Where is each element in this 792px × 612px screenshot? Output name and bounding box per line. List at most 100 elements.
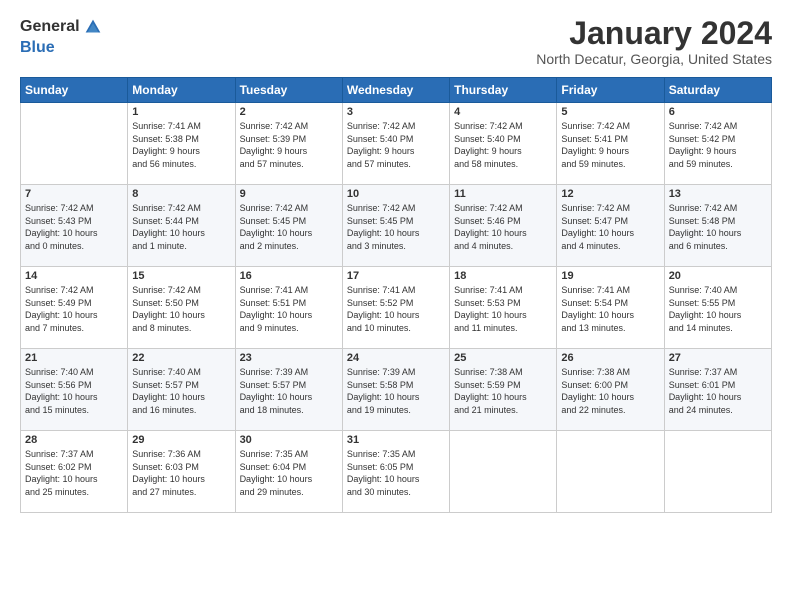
weekday-header-saturday: Saturday <box>664 78 771 103</box>
day-info: Sunrise: 7:41 AM Sunset: 5:38 PM Dayligh… <box>132 120 230 170</box>
calendar-cell: 14 Sunrise: 7:42 AM Sunset: 5:49 PM Dayli… <box>21 267 128 349</box>
weekday-header-wednesday: Wednesday <box>342 78 449 103</box>
calendar-cell: 11 Sunrise: 7:42 AM Sunset: 5:46 PM Dayli… <box>450 185 557 267</box>
weekday-header-monday: Monday <box>128 78 235 103</box>
calendar-cell: 4 Sunrise: 7:42 AM Sunset: 5:40 PM Daylig… <box>450 103 557 185</box>
location: North Decatur, Georgia, United States <box>536 51 772 67</box>
calendar-cell <box>450 431 557 513</box>
calendar-cell: 31 Sunrise: 7:35 AM Sunset: 6:05 PM Dayli… <box>342 431 449 513</box>
day-info: Sunrise: 7:42 AM Sunset: 5:46 PM Dayligh… <box>454 202 552 252</box>
day-number: 10 <box>347 188 445 200</box>
logo-general-text: General <box>20 17 80 36</box>
day-info: Sunrise: 7:39 AM Sunset: 5:57 PM Dayligh… <box>240 366 338 416</box>
day-info: Sunrise: 7:42 AM Sunset: 5:40 PM Dayligh… <box>454 120 552 170</box>
day-number: 1 <box>132 106 230 118</box>
calendar-cell: 22Sunrise: 7:40 AM Sunset: 5:57 PM Dayli… <box>128 349 235 431</box>
calendar-cell: 25 Sunrise: 7:38 AM Sunset: 5:59 PM Dayli… <box>450 349 557 431</box>
day-info: Sunrise: 7:35 AM Sunset: 6:04 PM Dayligh… <box>240 448 338 498</box>
day-number: 9 <box>240 188 338 200</box>
calendar-cell: 18Sunrise: 7:41 AM Sunset: 5:53 PM Dayli… <box>450 267 557 349</box>
calendar-cell: 10 Sunrise: 7:42 AM Sunset: 5:45 PM Dayli… <box>342 185 449 267</box>
calendar-cell: 24 Sunrise: 7:39 AM Sunset: 5:58 PM Dayli… <box>342 349 449 431</box>
calendar-cell: 8 Sunrise: 7:42 AM Sunset: 5:44 PM Daylig… <box>128 185 235 267</box>
day-number: 30 <box>240 434 338 446</box>
day-info: Sunrise: 7:42 AM Sunset: 5:50 PM Dayligh… <box>132 284 230 334</box>
day-info: Sunrise: 7:42 AM Sunset: 5:41 PM Dayligh… <box>561 120 659 170</box>
day-info: Sunrise: 7:42 AM Sunset: 5:40 PM Dayligh… <box>347 120 445 170</box>
day-info: Sunrise: 7:42 AM Sunset: 5:47 PM Dayligh… <box>561 202 659 252</box>
day-info: Sunrise: 7:41 AM Sunset: 5:54 PM Dayligh… <box>561 284 659 334</box>
day-number: 19 <box>561 270 659 282</box>
weekday-header-tuesday: Tuesday <box>235 78 342 103</box>
calendar-cell <box>664 431 771 513</box>
day-number: 2 <box>240 106 338 118</box>
week-row-3: 14 Sunrise: 7:42 AM Sunset: 5:49 PM Dayli… <box>21 267 772 349</box>
day-number: 17 <box>347 270 445 282</box>
day-info: Sunrise: 7:37 AM Sunset: 6:01 PM Dayligh… <box>669 366 767 416</box>
day-number: 26 <box>561 352 659 364</box>
page: General Blue January 2024 North Decatur,… <box>0 0 792 612</box>
day-number: 31 <box>347 434 445 446</box>
calendar-cell: 6 Sunrise: 7:42 AM Sunset: 5:42 PM Daylig… <box>664 103 771 185</box>
week-row-4: 21 Sunrise: 7:40 AM Sunset: 5:56 PM Dayli… <box>21 349 772 431</box>
weekday-header-thursday: Thursday <box>450 78 557 103</box>
calendar-cell: 17 Sunrise: 7:41 AM Sunset: 5:52 PM Dayli… <box>342 267 449 349</box>
day-info: Sunrise: 7:42 AM Sunset: 5:44 PM Dayligh… <box>132 202 230 252</box>
calendar-cell: 2Sunrise: 7:42 AM Sunset: 5:39 PM Daylig… <box>235 103 342 185</box>
week-row-1: 1 Sunrise: 7:41 AM Sunset: 5:38 PM Daylig… <box>21 103 772 185</box>
day-info: Sunrise: 7:41 AM Sunset: 5:52 PM Dayligh… <box>347 284 445 334</box>
calendar-cell: 5Sunrise: 7:42 AM Sunset: 5:41 PM Daylig… <box>557 103 664 185</box>
calendar: SundayMondayTuesdayWednesdayThursdayFrid… <box>20 77 772 513</box>
day-info: Sunrise: 7:38 AM Sunset: 5:59 PM Dayligh… <box>454 366 552 416</box>
day-number: 25 <box>454 352 552 364</box>
calendar-cell: 16 Sunrise: 7:41 AM Sunset: 5:51 PM Dayli… <box>235 267 342 349</box>
calendar-cell: 9 Sunrise: 7:42 AM Sunset: 5:45 PM Daylig… <box>235 185 342 267</box>
day-number: 20 <box>669 270 767 282</box>
week-row-5: 28Sunrise: 7:37 AM Sunset: 6:02 PM Dayli… <box>21 431 772 513</box>
day-number: 4 <box>454 106 552 118</box>
day-info: Sunrise: 7:40 AM Sunset: 5:55 PM Dayligh… <box>669 284 767 334</box>
day-number: 11 <box>454 188 552 200</box>
day-info: Sunrise: 7:42 AM Sunset: 5:45 PM Dayligh… <box>347 202 445 252</box>
day-number: 12 <box>561 188 659 200</box>
day-info: Sunrise: 7:40 AM Sunset: 5:56 PM Dayligh… <box>25 366 123 416</box>
day-number: 8 <box>132 188 230 200</box>
weekday-header-friday: Friday <box>557 78 664 103</box>
calendar-cell: 21 Sunrise: 7:40 AM Sunset: 5:56 PM Dayli… <box>21 349 128 431</box>
day-number: 22 <box>132 352 230 364</box>
day-number: 6 <box>669 106 767 118</box>
day-number: 14 <box>25 270 123 282</box>
calendar-cell: 3 Sunrise: 7:42 AM Sunset: 5:40 PM Daylig… <box>342 103 449 185</box>
calendar-cell: 28Sunrise: 7:37 AM Sunset: 6:02 PM Dayli… <box>21 431 128 513</box>
month-title: January 2024 <box>536 16 772 51</box>
day-number: 7 <box>25 188 123 200</box>
day-number: 24 <box>347 352 445 364</box>
calendar-cell: 7 Sunrise: 7:42 AM Sunset: 5:43 PM Daylig… <box>21 185 128 267</box>
day-number: 23 <box>240 352 338 364</box>
day-number: 16 <box>240 270 338 282</box>
title-area: January 2024 North Decatur, Georgia, Uni… <box>536 16 772 67</box>
header: General Blue January 2024 North Decatur,… <box>20 16 772 67</box>
day-info: Sunrise: 7:41 AM Sunset: 5:51 PM Dayligh… <box>240 284 338 334</box>
day-number: 15 <box>132 270 230 282</box>
day-info: Sunrise: 7:42 AM Sunset: 5:43 PM Dayligh… <box>25 202 123 252</box>
day-number: 27 <box>669 352 767 364</box>
day-info: Sunrise: 7:39 AM Sunset: 5:58 PM Dayligh… <box>347 366 445 416</box>
day-info: Sunrise: 7:42 AM Sunset: 5:45 PM Dayligh… <box>240 202 338 252</box>
logo: General Blue <box>20 16 104 57</box>
day-info: Sunrise: 7:35 AM Sunset: 6:05 PM Dayligh… <box>347 448 445 498</box>
calendar-cell: 26 Sunrise: 7:38 AM Sunset: 6:00 PM Dayli… <box>557 349 664 431</box>
day-info: Sunrise: 7:38 AM Sunset: 6:00 PM Dayligh… <box>561 366 659 416</box>
day-info: Sunrise: 7:42 AM Sunset: 5:48 PM Dayligh… <box>669 202 767 252</box>
logo-icon <box>82 16 104 38</box>
weekday-header-row: SundayMondayTuesdayWednesdayThursdayFrid… <box>21 78 772 103</box>
day-info: Sunrise: 7:41 AM Sunset: 5:53 PM Dayligh… <box>454 284 552 334</box>
calendar-cell: 27 Sunrise: 7:37 AM Sunset: 6:01 PM Dayli… <box>664 349 771 431</box>
day-info: Sunrise: 7:42 AM Sunset: 5:42 PM Dayligh… <box>669 120 767 170</box>
day-number: 13 <box>669 188 767 200</box>
day-number: 21 <box>25 352 123 364</box>
calendar-cell: 19 Sunrise: 7:41 AM Sunset: 5:54 PM Dayli… <box>557 267 664 349</box>
day-number: 3 <box>347 106 445 118</box>
day-info: Sunrise: 7:37 AM Sunset: 6:02 PM Dayligh… <box>25 448 123 498</box>
day-info: Sunrise: 7:42 AM Sunset: 5:49 PM Dayligh… <box>25 284 123 334</box>
